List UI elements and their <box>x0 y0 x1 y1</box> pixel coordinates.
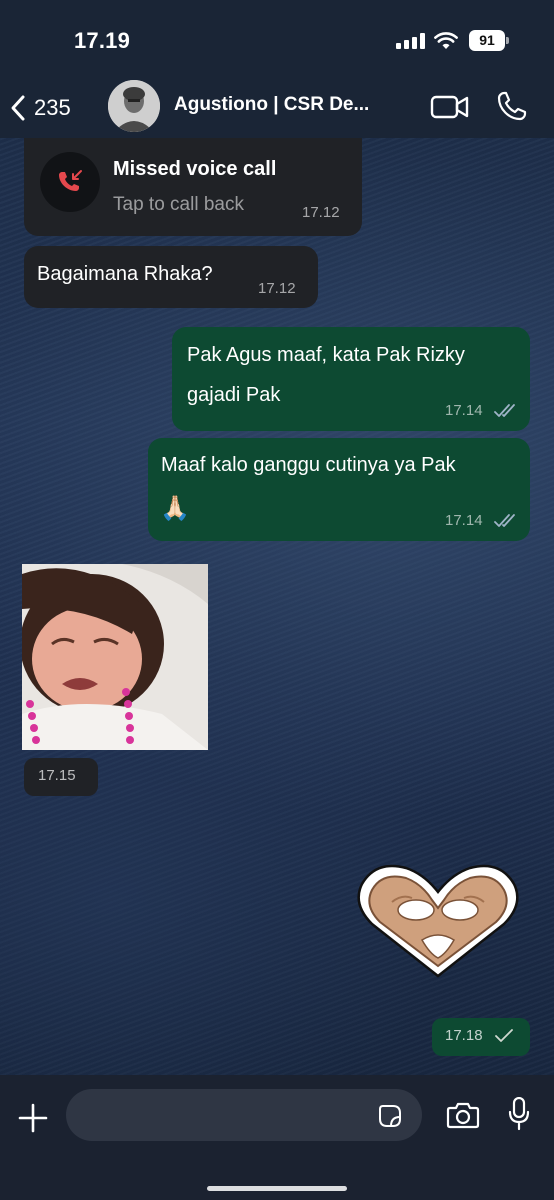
message-text-line: gajadi Pak <box>187 384 281 406</box>
missed-call-message[interactable]: Missed voice call Tap to call back 17.12 <box>24 138 362 236</box>
missed-call-icon <box>40 152 100 212</box>
call-back-link[interactable]: Tap to call back <box>113 194 244 216</box>
message-text-line: Pak Agus maaf, kata Pak Rizky <box>187 344 465 366</box>
message-composer <box>0 1075 554 1200</box>
sticker-icon[interactable] <box>378 1104 402 1128</box>
avatar-image <box>108 80 160 132</box>
message-input[interactable] <box>66 1089 422 1141</box>
contact-name[interactable]: Agustiono | CSR De... <box>174 94 369 116</box>
heart-hands-sticker[interactable] <box>352 858 524 980</box>
message-time: 17.14 <box>445 512 483 529</box>
unread-count: 235 <box>34 95 71 120</box>
crying-child-sticker <box>22 564 208 750</box>
double-check-icon <box>494 514 515 527</box>
battery-indicator: 91 <box>469 30 509 51</box>
cellular-signal-icon <box>396 33 426 49</box>
camera-icon[interactable] <box>446 1101 480 1129</box>
double-check-icon <box>494 404 515 417</box>
sticker-time-pill: 17.15 <box>24 758 98 796</box>
check-icon <box>495 1029 513 1042</box>
outgoing-message[interactable]: Maaf kalo ganggu cutinya ya Pak 🙏🏻 17.14 <box>148 438 530 541</box>
message-time: 17.12 <box>258 280 296 297</box>
message-text-line: Maaf kalo ganggu cutinya ya Pak <box>161 454 456 476</box>
image-sticker[interactable] <box>22 564 208 750</box>
phone-icon[interactable] <box>496 90 528 122</box>
plus-icon[interactable] <box>18 1103 48 1133</box>
message-text: Bagaimana Rhaka? <box>37 263 213 285</box>
video-call-icon[interactable] <box>430 92 470 122</box>
microphone-icon[interactable] <box>508 1097 530 1131</box>
outgoing-message[interactable]: Pak Agus maaf, kata Pak Rizky gajadi Pak… <box>172 327 530 431</box>
missed-call-title: Missed voice call <box>113 158 277 180</box>
message-time: 17.14 <box>445 402 483 419</box>
back-button[interactable]: 235 <box>10 92 71 124</box>
message-time: 17.18 <box>445 1027 483 1044</box>
home-indicator <box>207 1186 347 1191</box>
status-time: 17.19 <box>74 28 131 53</box>
chevron-left-icon <box>11 95 25 121</box>
chat-header: 235 Agustiono | CSR De... <box>0 80 554 138</box>
message-emoji: 🙏🏻 <box>160 495 190 522</box>
contact-avatar[interactable] <box>108 80 160 132</box>
sticker-time-pill: 17.18 <box>432 1018 530 1056</box>
battery-level: 91 <box>469 30 505 51</box>
message-time: 17.15 <box>38 767 76 784</box>
incoming-message[interactable]: Bagaimana Rhaka? 17.12 <box>24 246 318 308</box>
status-bar: 17.19 91 <box>0 0 554 80</box>
wifi-icon <box>434 32 458 49</box>
message-time: 17.12 <box>302 204 340 221</box>
